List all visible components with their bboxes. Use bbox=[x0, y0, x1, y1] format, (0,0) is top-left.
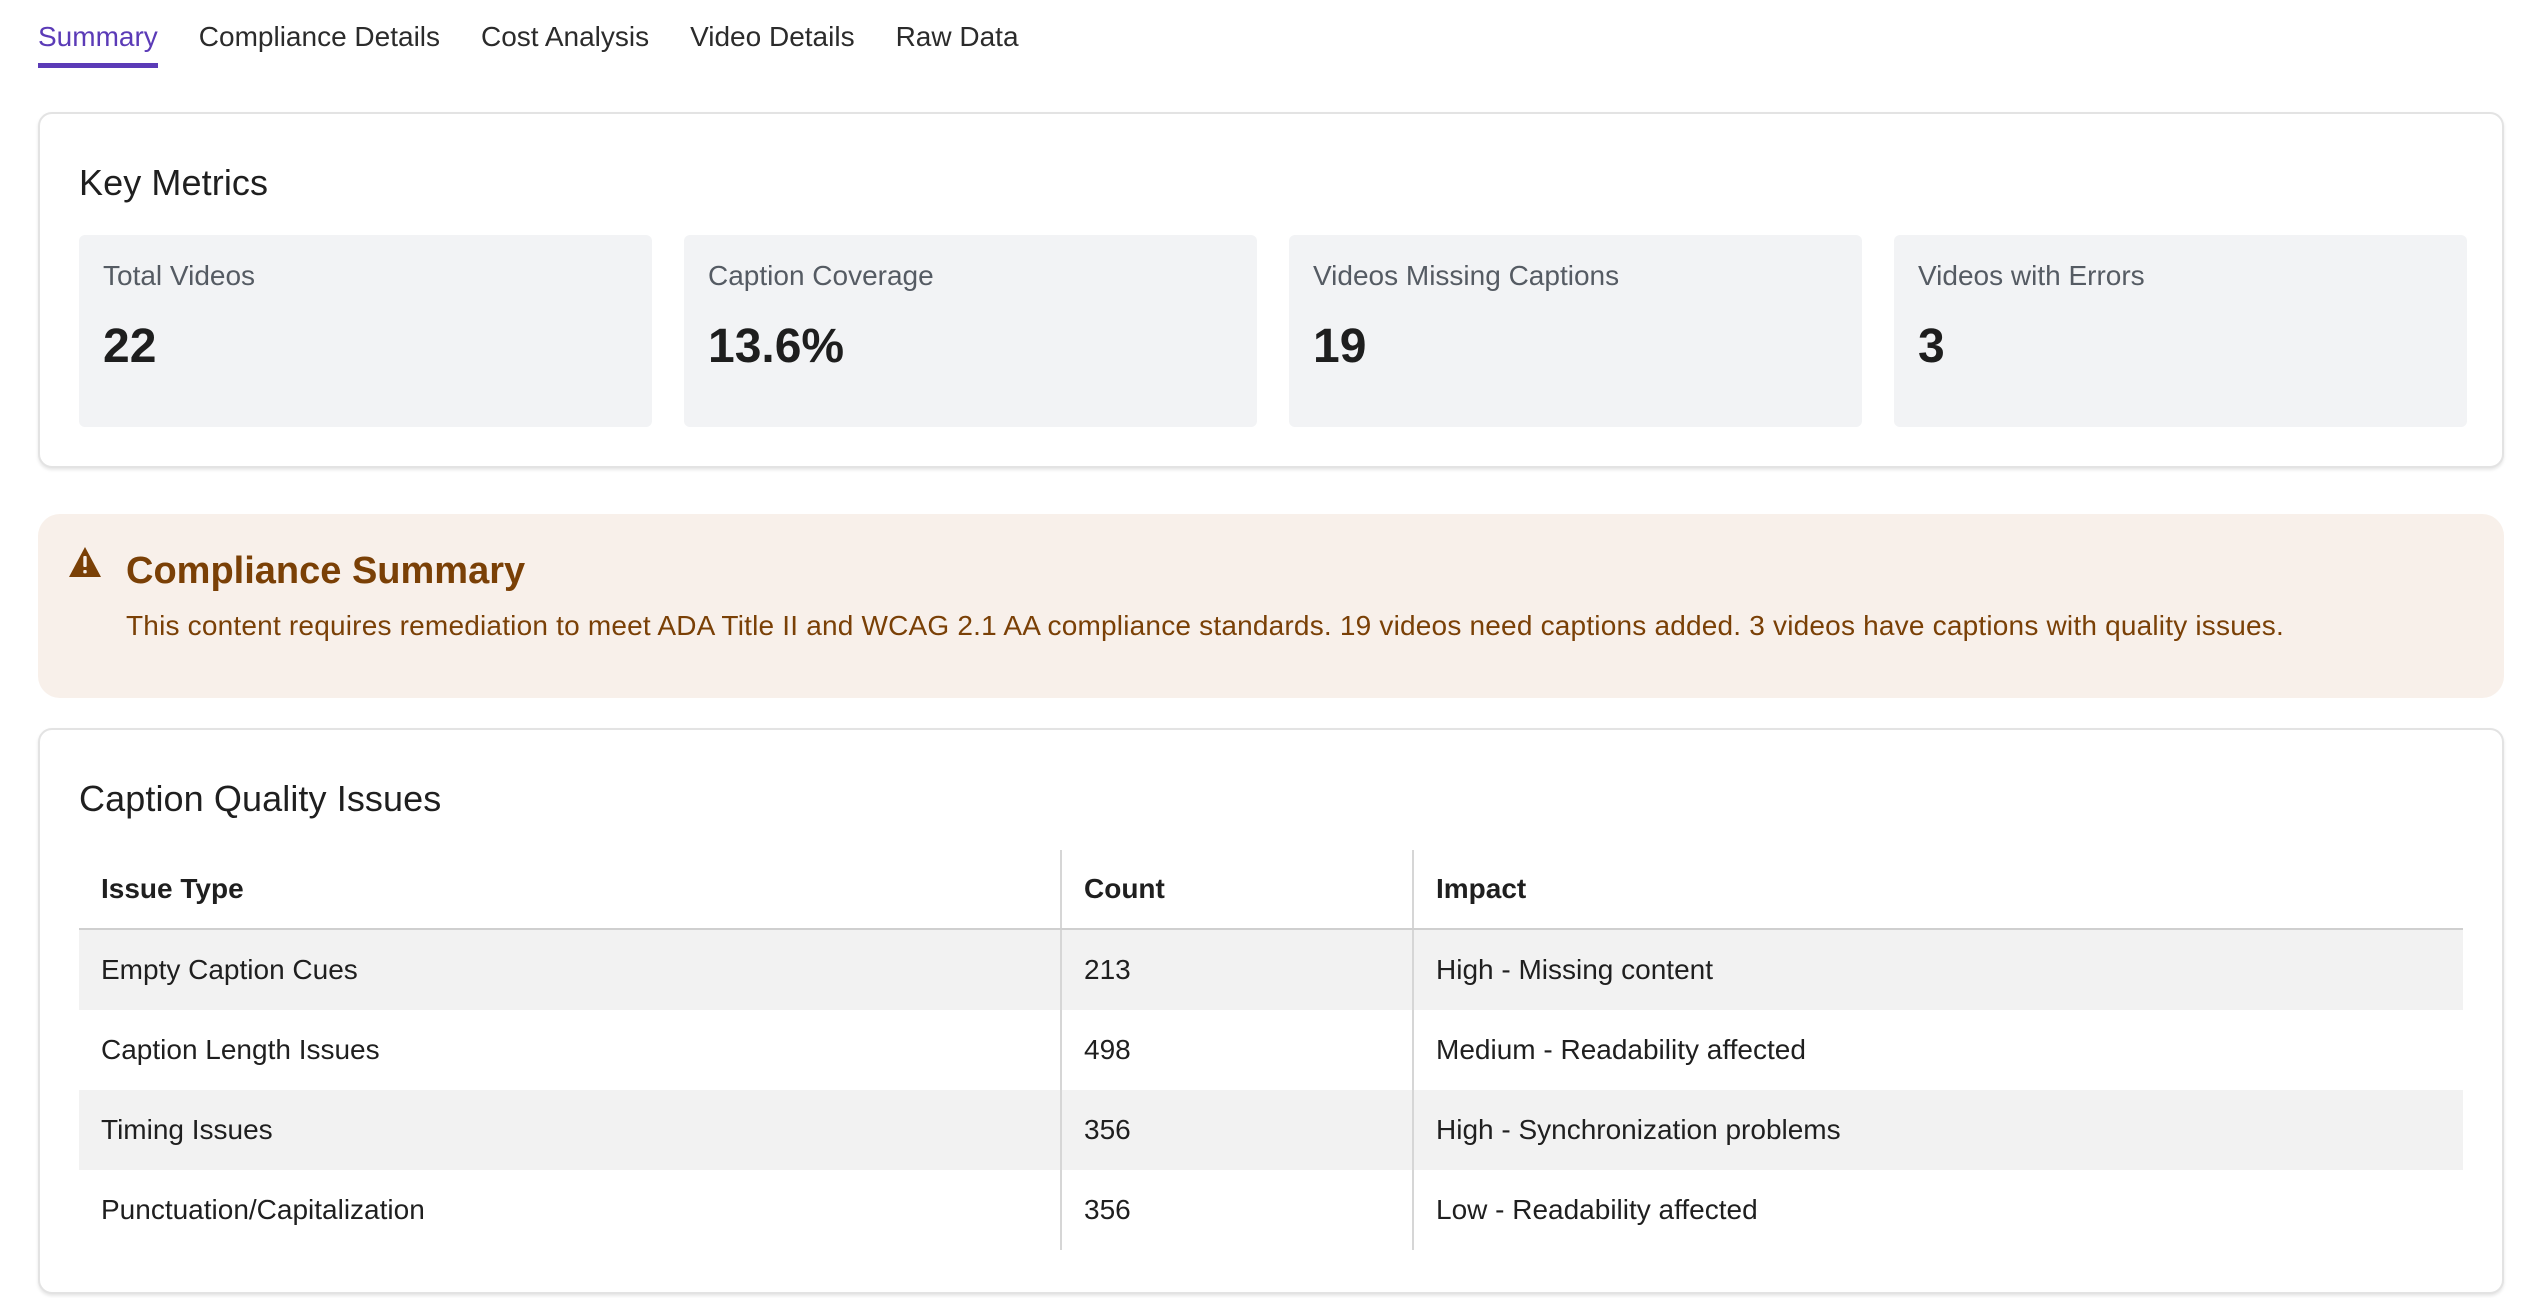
tab-bar: Summary Compliance Details Cost Analysis… bbox=[38, 0, 2504, 68]
table-row: Caption Length Issues 498 Medium - Reada… bbox=[79, 1010, 2463, 1090]
metric-value: 3 bbox=[1918, 320, 1945, 373]
caption-quality-issues-card: Caption Quality Issues Issue Type Count … bbox=[38, 728, 2504, 1294]
metrics-grid: Total Videos 22 Caption Coverage 13.6% V… bbox=[79, 235, 2467, 427]
table-header-row: Issue Type Count Impact bbox=[79, 850, 2463, 930]
issue-type-cell: Timing Issues bbox=[79, 1090, 1061, 1170]
report-page: Summary Compliance Details Cost Analysis… bbox=[38, 0, 2504, 1294]
tab-raw-data[interactable]: Raw Data bbox=[896, 20, 1019, 68]
key-metrics-card: Key Metrics Total Videos 22 Caption Cove… bbox=[38, 112, 2504, 468]
tab-summary[interactable]: Summary bbox=[38, 20, 158, 68]
count-cell: 498 bbox=[1060, 1010, 1413, 1090]
issue-type-cell: Punctuation/Capitalization bbox=[101, 1194, 425, 1225]
table-row: Empty Caption Cues 213 High - Missing co… bbox=[79, 929, 2463, 1010]
tab-video-details[interactable]: Video Details bbox=[690, 20, 854, 68]
metric-label: Videos with Errors bbox=[1918, 260, 2145, 291]
metric-caption-coverage: Caption Coverage 13.6% bbox=[684, 235, 1257, 427]
metric-videos-missing-captions: Videos Missing Captions 19 bbox=[1289, 235, 1862, 427]
warning-icon bbox=[69, 547, 101, 577]
count-cell: 356 bbox=[1060, 1170, 1413, 1250]
issues-table: Issue Type Count Impact Empty Caption Cu… bbox=[79, 850, 2463, 1250]
tab-cost-analysis[interactable]: Cost Analysis bbox=[481, 20, 649, 68]
key-metrics-title: Key Metrics bbox=[79, 162, 269, 203]
metric-label: Caption Coverage bbox=[708, 260, 934, 291]
column-header-issue-type: Issue Type bbox=[79, 850, 1061, 930]
metric-value: 13.6% bbox=[708, 320, 845, 373]
metric-total-videos: Total Videos 22 bbox=[79, 235, 652, 427]
impact-cell: Medium - Readability affected bbox=[1412, 1010, 2463, 1090]
count-cell: 213 bbox=[1060, 929, 1413, 1010]
metric-value: 22 bbox=[103, 320, 157, 373]
issue-type-cell: Empty Caption Cues bbox=[79, 929, 1061, 1010]
metric-value: 19 bbox=[1313, 320, 1367, 373]
column-header-impact: Impact bbox=[1412, 850, 2463, 930]
compliance-summary-alert: Compliance Summary This content requires… bbox=[38, 514, 2504, 698]
metric-label: Videos Missing Captions bbox=[1313, 260, 1620, 291]
table-row: Timing Issues 356 High - Synchronization… bbox=[79, 1090, 2463, 1170]
tab-compliance-details[interactable]: Compliance Details bbox=[199, 20, 440, 68]
impact-cell: Low - Readability affected bbox=[1412, 1170, 2463, 1250]
compliance-summary-title: Compliance Summary bbox=[126, 550, 526, 592]
metric-label: Total Videos bbox=[103, 260, 256, 291]
metric-videos-with-errors: Videos with Errors 3 bbox=[1894, 235, 2467, 427]
impact-cell: High - Synchronization problems bbox=[1412, 1090, 2463, 1170]
caption-quality-issues-title: Caption Quality Issues bbox=[79, 778, 442, 819]
impact-cell: High - Missing content bbox=[1412, 929, 2463, 1010]
issue-type-cell: Caption Length Issues bbox=[101, 1034, 380, 1065]
compliance-summary-text: This content requires remediation to mee… bbox=[126, 610, 2284, 641]
count-cell: 356 bbox=[1060, 1090, 1413, 1170]
table-row: Punctuation/Capitalization 356 Low - Rea… bbox=[79, 1170, 2463, 1250]
column-header-count: Count bbox=[1060, 850, 1413, 930]
